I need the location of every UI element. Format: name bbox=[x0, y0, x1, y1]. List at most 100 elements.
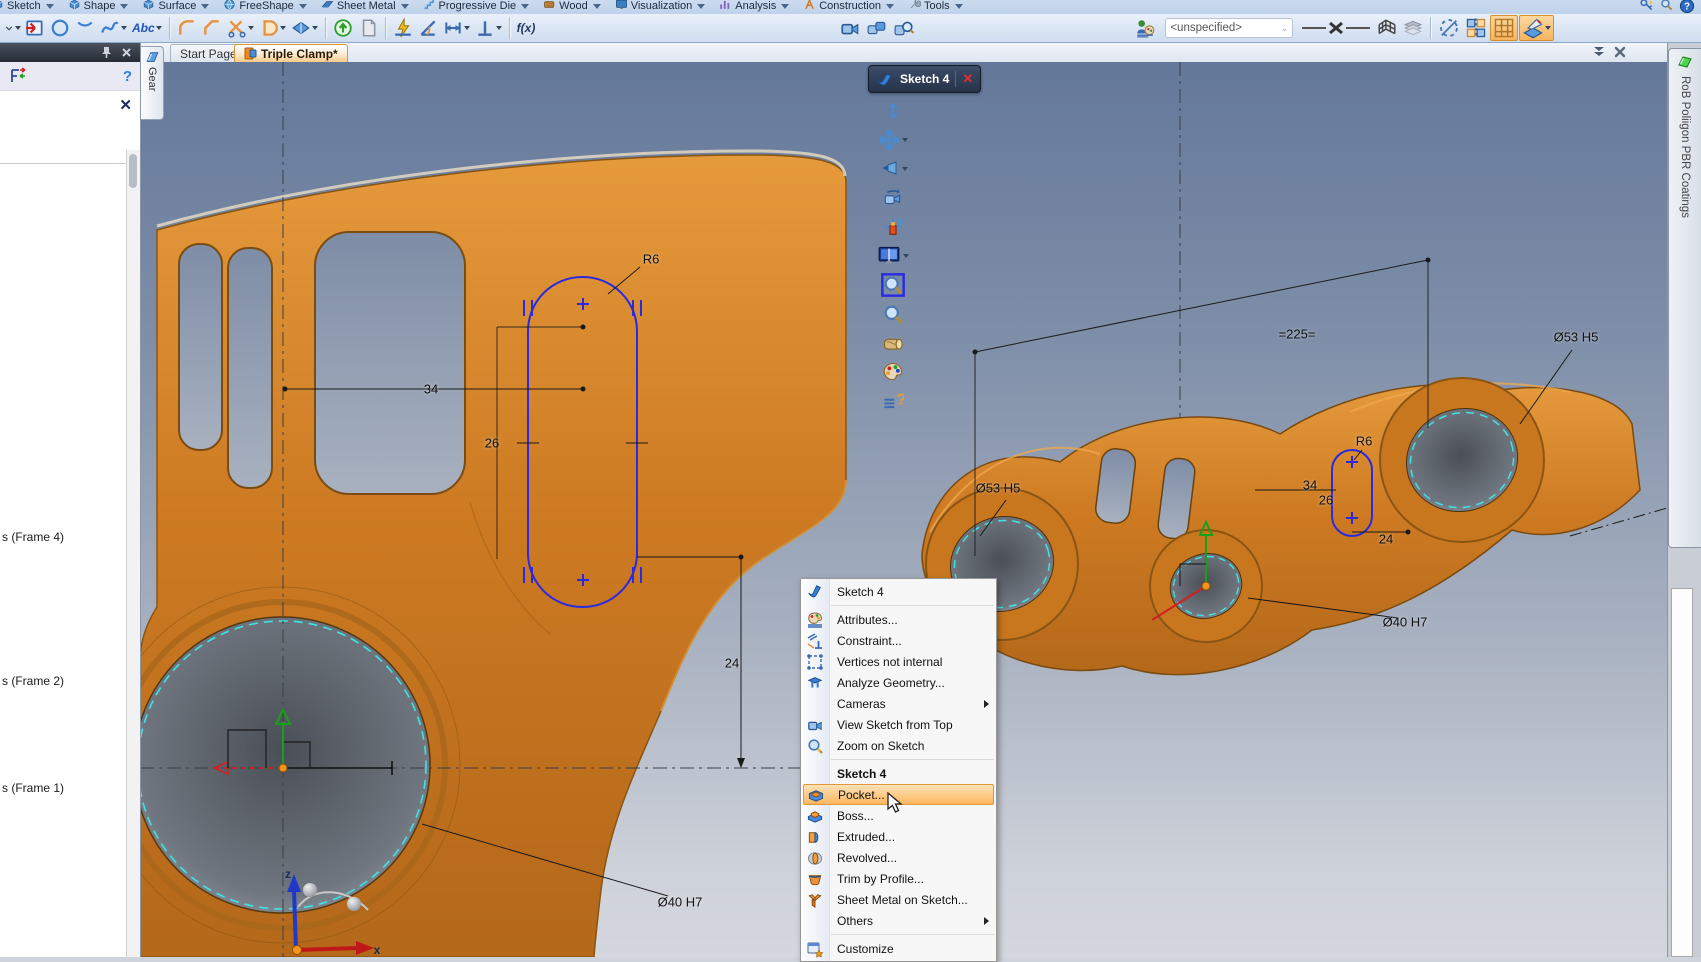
help-lines-icon[interactable]: ? bbox=[872, 386, 914, 415]
dim-26[interactable]: 26 bbox=[485, 436, 499, 451]
refresh-view-icon[interactable] bbox=[872, 212, 914, 241]
dim-r6[interactable]: R6 bbox=[643, 252, 660, 267]
menu-visualization[interactable]: Visualization bbox=[608, 0, 713, 15]
hatch-pattern-icon[interactable] bbox=[1374, 17, 1400, 39]
frame-function-icon[interactable] bbox=[8, 67, 28, 85]
camera-rotate-icon[interactable] bbox=[872, 183, 914, 212]
line-style-x-icon[interactable] bbox=[1299, 18, 1373, 38]
menu-construction[interactable]: Construction bbox=[796, 0, 901, 15]
profile-icon[interactable] bbox=[257, 17, 288, 39]
sketch-3d-icon[interactable] bbox=[1519, 15, 1554, 41]
dim-24-3d[interactable]: 24 bbox=[1379, 532, 1393, 547]
context-item-sketch-4[interactable]: Sketch 4 bbox=[801, 581, 996, 602]
dim-d53-left[interactable]: Ø53 H5 bbox=[976, 481, 1021, 496]
camera-zoom-icon[interactable] bbox=[891, 17, 917, 39]
gear-side-tab[interactable]: Gear bbox=[141, 46, 164, 120]
function-fx-icon[interactable]: f(x) bbox=[515, 20, 538, 36]
context-item-attributes[interactable]: Attributes... bbox=[801, 609, 996, 630]
insert-sketch-icon[interactable] bbox=[23, 17, 47, 39]
context-item-revolved[interactable]: Revolved... bbox=[801, 847, 996, 868]
help-icon[interactable]: ? bbox=[1679, 0, 1695, 15]
measure-angle-icon[interactable] bbox=[416, 17, 440, 39]
dimension-icon[interactable] bbox=[441, 17, 472, 39]
text-abc-icon[interactable]: Abc bbox=[130, 20, 164, 36]
perpendicular-icon[interactable] bbox=[473, 17, 504, 39]
menu-sketch[interactable]: Sketch bbox=[0, 0, 61, 15]
pan-updown-icon[interactable] bbox=[872, 96, 914, 125]
solid-sketch-icon[interactable] bbox=[289, 17, 320, 39]
tree-item-frame[interactable]: s (Frame 1) bbox=[2, 781, 64, 795]
menu-analysis[interactable]: Analysis bbox=[712, 0, 796, 15]
constraint-bolt-icon[interactable] bbox=[391, 17, 415, 39]
grid-toggle-icon[interactable] bbox=[1490, 15, 1518, 41]
tab-triple-clamp[interactable]: Triple Clamp* bbox=[234, 44, 348, 62]
context-item-analyze-geometry[interactable]: Analyze Geometry... bbox=[801, 672, 996, 693]
context-item-zoom-on-sketch[interactable]: Zoom on Sketch bbox=[801, 735, 996, 756]
magnifier-icon[interactable] bbox=[1659, 0, 1675, 15]
dim-34-3d[interactable]: 34 bbox=[1303, 478, 1317, 493]
tree-item-frame[interactable]: s (Frame 4) bbox=[2, 530, 64, 544]
close-sketch-icon[interactable]: ✕ bbox=[962, 71, 973, 87]
context-item-extruded[interactable]: Extruded... bbox=[801, 826, 996, 847]
zoom-window-icon[interactable] bbox=[872, 270, 914, 299]
update-icon[interactable] bbox=[331, 17, 355, 39]
context-item-customize[interactable]: Customize bbox=[801, 938, 996, 959]
context-item-cameras[interactable]: Cameras bbox=[801, 693, 996, 714]
camera-cone-icon[interactable] bbox=[872, 154, 914, 183]
render-material-icon[interactable] bbox=[872, 328, 914, 357]
menu-tools[interactable]: Tools bbox=[901, 0, 970, 15]
zoom-magnifier-icon[interactable] bbox=[872, 299, 914, 328]
context-item-others[interactable]: Others bbox=[801, 910, 996, 931]
camera-view-icon[interactable] bbox=[837, 17, 863, 39]
trim-icon[interactable] bbox=[225, 17, 256, 39]
fillet-icon[interactable] bbox=[175, 17, 199, 39]
menu-progressive-die[interactable]: Progressive Die bbox=[416, 0, 537, 15]
menu-wood[interactable]: Wood bbox=[536, 0, 608, 15]
clear-icon[interactable]: ✕ bbox=[119, 96, 132, 114]
menu-sheet-metal[interactable]: Sheet Metal bbox=[314, 0, 416, 15]
dim-d53-right[interactable]: Ø53 H5 bbox=[1554, 330, 1599, 345]
menu-freeshape[interactable]: FreeShape bbox=[216, 0, 313, 15]
dashed-circle-icon[interactable] bbox=[1436, 16, 1462, 40]
right-view-model[interactable] bbox=[922, 378, 1640, 675]
close-icon[interactable] bbox=[1614, 46, 1626, 58]
overflow-partial-icon[interactable] bbox=[2, 18, 23, 38]
dim-24[interactable]: 24 bbox=[725, 656, 739, 671]
close-icon[interactable] bbox=[121, 47, 132, 58]
arc-icon[interactable] bbox=[73, 17, 97, 39]
pan-move-icon[interactable] bbox=[872, 125, 914, 154]
context-item-vertices-not-internal[interactable]: Vertices not internal bbox=[801, 651, 996, 672]
context-item-constraint[interactable]: Constraint... bbox=[801, 630, 996, 651]
chevrons-down-icon[interactable] bbox=[1592, 46, 1606, 58]
context-item-trim-by-profile[interactable]: Trim by Profile... bbox=[801, 868, 996, 889]
menu-shape[interactable]: Shape bbox=[61, 0, 136, 15]
page-icon[interactable] bbox=[356, 17, 380, 39]
tree-scrollbar[interactable] bbox=[126, 150, 140, 957]
mirror-grid-icon[interactable] bbox=[1463, 16, 1489, 40]
circle-icon[interactable] bbox=[48, 17, 72, 39]
key-icon[interactable] bbox=[1639, 0, 1655, 15]
person-attributes-icon[interactable] bbox=[1132, 17, 1158, 39]
camera-pair-icon[interactable] bbox=[864, 17, 890, 39]
layers-icon[interactable] bbox=[1401, 17, 1425, 39]
right-side-tab-poliigon[interactable]: RoB Poliigon PBR Coatings bbox=[1668, 48, 1701, 548]
dim-bore-d40[interactable]: Ø40 H7 bbox=[658, 895, 703, 910]
dim-r6-3d[interactable]: R6 bbox=[1356, 434, 1373, 449]
tree-item-frame[interactable]: s (Frame 2) bbox=[2, 674, 64, 688]
spline-icon[interactable] bbox=[98, 17, 129, 39]
context-item-sheet-metal-on-sketch[interactable]: Sheet Metal on Sketch... bbox=[801, 889, 996, 910]
pin-icon[interactable] bbox=[101, 46, 112, 59]
context-item-view-sketch-from-top[interactable]: View Sketch from Top bbox=[801, 714, 996, 735]
left-view-model[interactable] bbox=[140, 151, 846, 957]
dim-bore-d40-3d[interactable]: Ø40 H7 bbox=[1383, 615, 1428, 630]
dim-225[interactable]: =225= bbox=[1279, 327, 1316, 342]
right-scrollbar[interactable] bbox=[1671, 588, 1693, 957]
dim-34[interactable]: 34 bbox=[424, 382, 438, 397]
chamfer-icon[interactable] bbox=[200, 17, 224, 39]
dim-26-3d[interactable]: 26 bbox=[1319, 493, 1333, 508]
help-icon[interactable]: ? bbox=[123, 68, 132, 85]
palette-icon[interactable] bbox=[872, 357, 914, 386]
split-screen-icon[interactable] bbox=[872, 241, 914, 270]
menu-surface[interactable]: Surface bbox=[135, 0, 216, 15]
attribute-select[interactable]: <unspecified>⌄ bbox=[1165, 18, 1293, 38]
